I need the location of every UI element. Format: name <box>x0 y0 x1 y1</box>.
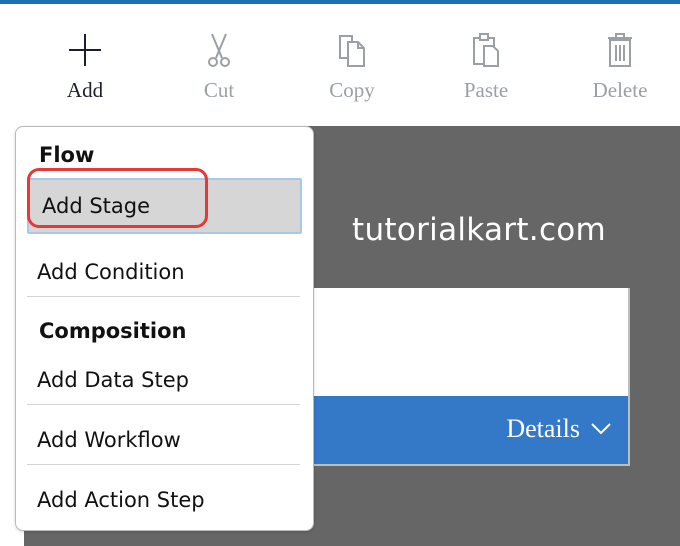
copy-label: Copy <box>329 78 375 102</box>
section-flow-title: Flow <box>39 143 95 167</box>
menu-item-add-workflow[interactable]: Add Workflow <box>27 415 300 465</box>
copy-button[interactable]: Copy <box>302 30 402 103</box>
details-toggle[interactable]: Details <box>506 414 612 444</box>
paste-button[interactable]: Paste <box>436 30 536 103</box>
copy-icon <box>339 35 365 67</box>
menu-item-add-data-step[interactable]: Add Data Step <box>27 355 300 405</box>
chevron-down-icon <box>591 423 611 435</box>
add-label: Add <box>66 78 104 102</box>
cut-label: Cut <box>203 78 235 102</box>
cut-button[interactable]: Cut <box>169 30 269 103</box>
watermark-text: tutorialkart.com <box>352 212 607 248</box>
add-dropdown-menu: Flow Add Stage Add Condition Composition… <box>15 126 314 531</box>
menu-item-add-stage[interactable]: Add Stage <box>27 178 302 234</box>
delete-button[interactable]: Delete <box>570 30 670 103</box>
section-composition-title: Composition <box>39 319 187 343</box>
clipboard-icon <box>473 33 499 67</box>
plus-icon <box>69 34 101 66</box>
add-button[interactable]: Add <box>35 30 135 103</box>
stage-card[interactable]: Details <box>300 288 630 466</box>
delete-label: Delete <box>592 78 648 102</box>
scissors-icon <box>208 33 230 67</box>
paste-label: Paste <box>463 78 509 102</box>
details-label: Details <box>506 414 580 443</box>
trash-icon <box>608 33 632 67</box>
card-footer: Details <box>300 396 628 464</box>
menu-item-add-condition[interactable]: Add Condition <box>27 247 300 297</box>
menu-item-add-action-step[interactable]: Add Action Step <box>27 475 300 525</box>
toolbar: Add Cut Copy Paste Delete <box>0 4 680 126</box>
